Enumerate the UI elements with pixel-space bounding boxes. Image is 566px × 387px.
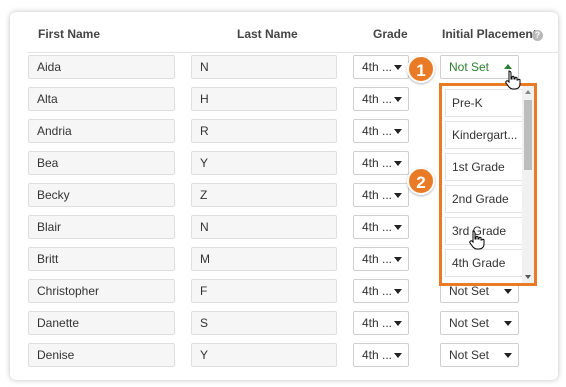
header-divider: [28, 52, 558, 53]
placement-dropdown: Pre-K Kindergart... 1st Grade 2nd Grade …: [439, 83, 537, 286]
placement-value: Not Set: [449, 348, 490, 362]
placement-select[interactable]: Not Set: [440, 343, 519, 367]
chevron-down-icon: [394, 97, 402, 102]
scroll-up-icon[interactable]: [525, 90, 531, 94]
last-name-field[interactable]: Z: [191, 183, 337, 207]
option-4th-grade[interactable]: 4th Grade: [445, 249, 523, 277]
grade-select[interactable]: 4th ...: [353, 183, 409, 207]
grade-select[interactable]: 4th ...: [353, 279, 409, 303]
last-name-field[interactable]: S: [191, 311, 337, 335]
scrollbar-thumb[interactable]: [524, 100, 532, 170]
last-name-field[interactable]: N: [191, 215, 337, 239]
header-first-name: First Name: [38, 27, 101, 41]
grade-value: 4th ...: [362, 252, 393, 266]
dropdown-options: Pre-K Kindergart... 1st Grade 2nd Grade …: [445, 89, 523, 281]
first-name-field[interactable]: Aida: [28, 55, 175, 79]
hand-cursor-icon: [505, 70, 521, 90]
first-name-field[interactable]: Becky: [28, 183, 175, 207]
grade-value: 4th ...: [362, 60, 393, 74]
chevron-down-icon: [504, 353, 512, 358]
grade-value: 4th ...: [362, 220, 393, 234]
chevron-down-icon: [504, 289, 512, 294]
first-name-field[interactable]: Alta: [28, 87, 175, 111]
chevron-up-icon: [504, 64, 512, 69]
student-placement-panel: First Name Last Name Grade Initial Place…: [10, 12, 558, 380]
grade-select[interactable]: 4th ...: [353, 87, 409, 111]
grade-select[interactable]: 4th ...: [353, 119, 409, 143]
grade-select[interactable]: 4th ...: [353, 247, 409, 271]
last-name-field[interactable]: M: [191, 247, 337, 271]
last-name-field[interactable]: N: [191, 55, 337, 79]
grade-value: 4th ...: [362, 316, 393, 330]
chevron-down-icon: [394, 225, 402, 230]
chevron-down-icon: [504, 321, 512, 326]
placement-select[interactable]: Not Set: [440, 311, 519, 335]
option-pre-k[interactable]: Pre-K: [445, 89, 523, 117]
first-name-field[interactable]: Britt: [28, 247, 175, 271]
grade-value: 4th ...: [362, 124, 393, 138]
grade-select[interactable]: 4th ...: [353, 215, 409, 239]
chevron-down-icon: [394, 193, 402, 198]
last-name-field[interactable]: H: [191, 87, 337, 111]
last-name-field[interactable]: Y: [191, 343, 337, 367]
grade-value: 4th ...: [362, 92, 393, 106]
grade-select[interactable]: 4th ...: [353, 151, 409, 175]
help-icon[interactable]: ?: [532, 30, 543, 41]
chevron-down-icon: [394, 289, 402, 294]
grade-select[interactable]: 4th ...: [353, 55, 409, 79]
table-row: Danette S 4th ... Not Set: [10, 311, 558, 343]
chevron-down-icon: [394, 65, 402, 70]
placement-value: Not Set: [449, 60, 490, 74]
chevron-down-icon: [394, 161, 402, 166]
last-name-field[interactable]: F: [191, 279, 337, 303]
chevron-down-icon: [394, 129, 402, 134]
first-name-field[interactable]: Danette: [28, 311, 175, 335]
dropdown-scrollbar[interactable]: [522, 86, 534, 283]
grade-select[interactable]: 4th ...: [353, 311, 409, 335]
header-last-name: Last Name: [237, 27, 298, 41]
header-initial-placement: Initial Placement: [442, 27, 537, 41]
scroll-down-icon[interactable]: [525, 275, 531, 279]
callout-badge-1: 1: [407, 55, 435, 83]
table-header: First Name Last Name Grade Initial Place…: [10, 12, 558, 52]
last-name-field[interactable]: Y: [191, 151, 337, 175]
first-name-field[interactable]: Andria: [28, 119, 175, 143]
first-name-field[interactable]: Christopher: [28, 279, 175, 303]
option-kindergarten[interactable]: Kindergart...: [445, 121, 523, 149]
chevron-down-icon: [394, 321, 402, 326]
option-2nd-grade[interactable]: 2nd Grade: [445, 185, 523, 213]
chevron-down-icon: [394, 353, 402, 358]
last-name-field[interactable]: R: [191, 119, 337, 143]
grade-select[interactable]: 4th ...: [353, 343, 409, 367]
grade-value: 4th ...: [362, 284, 393, 298]
table-row: Denise Y 4th ... Not Set: [10, 343, 558, 375]
placement-value: Not Set: [449, 316, 490, 330]
first-name-field[interactable]: Bea: [28, 151, 175, 175]
grade-value: 4th ...: [362, 156, 393, 170]
chevron-down-icon: [394, 257, 402, 262]
first-name-field[interactable]: Denise: [28, 343, 175, 367]
header-grade: Grade: [373, 27, 408, 41]
hand-cursor-icon: [469, 230, 485, 250]
placement-value: Not Set: [449, 284, 490, 298]
callout-badge-2: 2: [407, 167, 435, 195]
grade-value: 4th ...: [362, 348, 393, 362]
option-1st-grade[interactable]: 1st Grade: [445, 153, 523, 181]
first-name-field[interactable]: Blair: [28, 215, 175, 239]
grade-value: 4th ...: [362, 188, 393, 202]
